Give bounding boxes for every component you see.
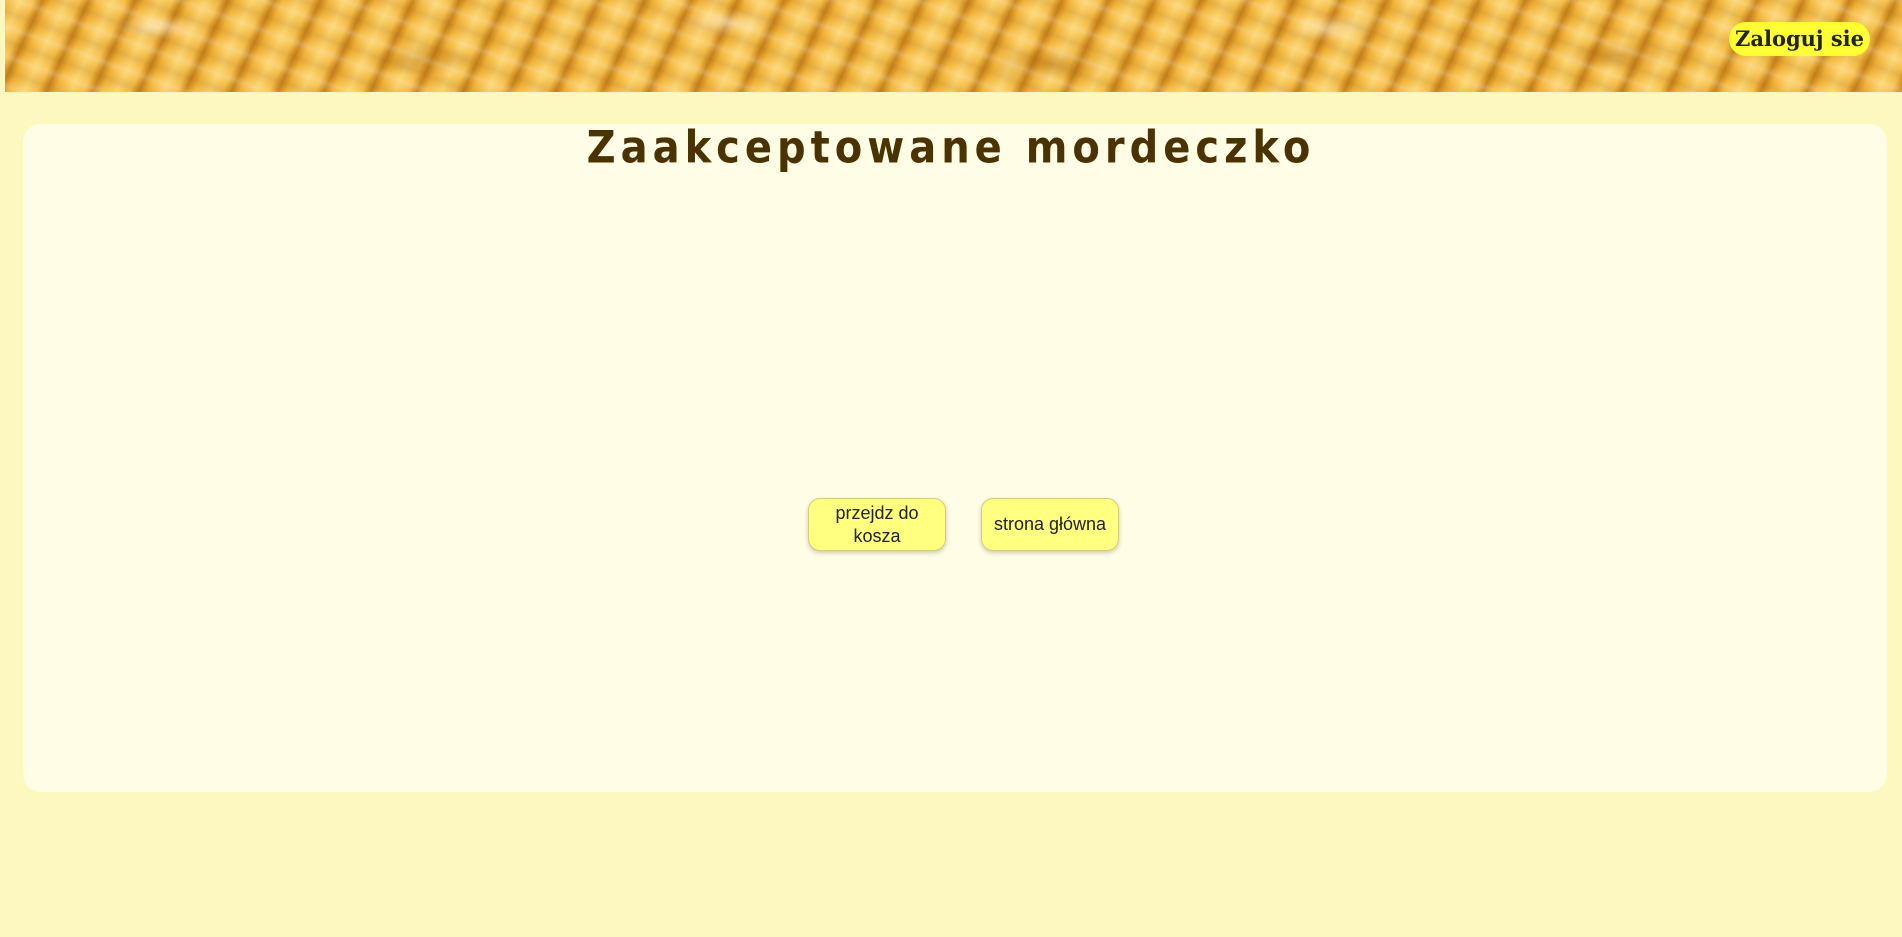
content-panel: [23, 124, 1887, 792]
home-page-button[interactable]: strona główna: [981, 498, 1119, 551]
header-banner: [5, 0, 1902, 92]
go-to-cart-button[interactable]: przejdz do kosza: [808, 498, 946, 551]
login-button[interactable]: Zaloguj sie: [1729, 22, 1870, 56]
page-title: Zaakceptowane mordeczko: [586, 122, 1316, 174]
